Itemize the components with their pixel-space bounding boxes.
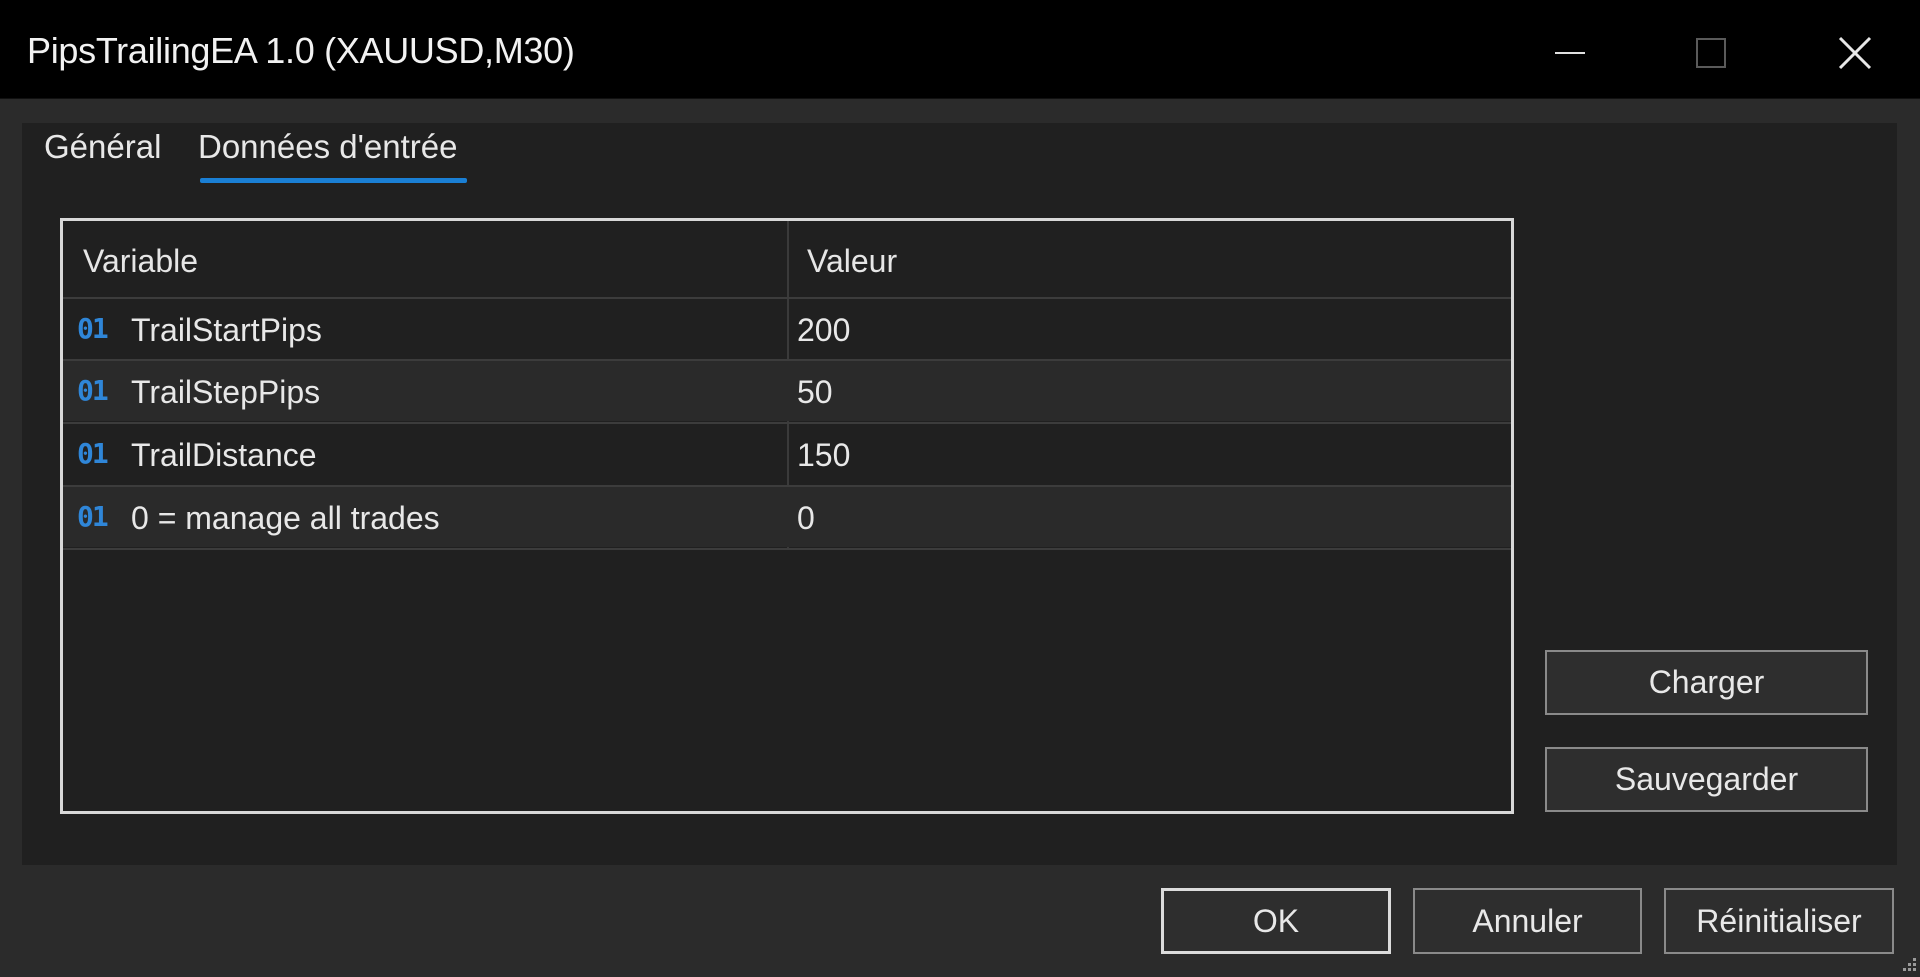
integer-type-icon: 01 [77, 500, 109, 533]
column-header-value[interactable]: Valeur [807, 243, 897, 280]
maximize-button[interactable] [1671, 18, 1751, 88]
reset-button[interactable]: Réinitialiser [1664, 888, 1894, 954]
close-button[interactable] [1815, 18, 1895, 88]
variable-value[interactable]: 0 [797, 500, 815, 537]
tab-inputs[interactable]: Données d'entrée [198, 128, 458, 166]
minimize-button[interactable] [1530, 18, 1610, 88]
table-last-row-border [63, 548, 1511, 550]
ok-button[interactable]: OK [1161, 888, 1391, 954]
cancel-button[interactable]: Annuler [1413, 888, 1642, 954]
integer-type-icon: 01 [77, 437, 109, 470]
dialog-window: PipsTrailingEA 1.0 (XAUUSD,M30) Général … [0, 0, 1920, 977]
variable-name: TrailStartPips [131, 312, 322, 348]
variable-value[interactable]: 50 [797, 374, 833, 411]
column-header-variable[interactable]: Variable [83, 243, 198, 280]
window-title: PipsTrailingEA 1.0 (XAUUSD,M30) [27, 30, 575, 71]
close-icon [1838, 36, 1872, 70]
minimize-icon [1555, 52, 1585, 54]
title-bar[interactable]: PipsTrailingEA 1.0 (XAUUSD,M30) [0, 4, 1920, 99]
resize-grip-icon[interactable] [1900, 955, 1918, 973]
variable-name: TrailStepPips [131, 374, 321, 410]
integer-type-icon: 01 [77, 312, 109, 345]
integer-type-icon: 01 [77, 374, 109, 407]
save-button[interactable]: Sauvegarder [1545, 747, 1868, 812]
table-row[interactable]: 01 TrailStartPips 200 [63, 297, 1511, 359]
variable-value[interactable]: 200 [797, 312, 850, 349]
load-button[interactable]: Charger [1545, 650, 1868, 715]
maximize-icon [1696, 38, 1726, 68]
table-row[interactable]: 01 0 = manage all trades 0 [63, 485, 1511, 547]
variable-value[interactable]: 150 [797, 437, 850, 474]
table-row[interactable]: 01 TrailStepPips 50 [63, 359, 1511, 421]
variable-name: 0 = manage all trades [131, 500, 440, 536]
active-tab-indicator [200, 178, 467, 183]
tab-general[interactable]: Général [44, 128, 161, 166]
variable-name: TrailDistance [131, 437, 317, 473]
table-row[interactable]: 01 TrailDistance 150 [63, 422, 1511, 484]
inputs-table: Variable Valeur 01 TrailStartPips 200 01… [60, 218, 1514, 814]
